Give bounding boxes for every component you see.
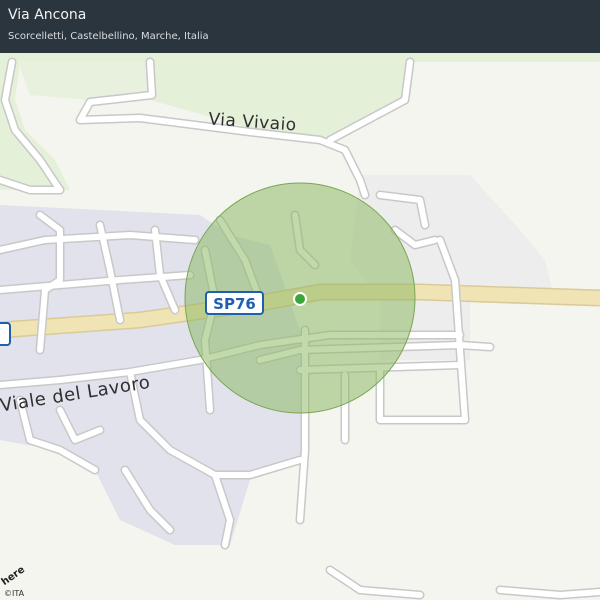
road-shield-sp76: SP76 — [205, 291, 264, 315]
svg-text:SP76: SP76 — [213, 295, 256, 313]
map-attribution: ©ITA — [4, 589, 25, 598]
map-canvas[interactable]: Via Vivaio Viale del Lavoro SP76 — [0, 0, 600, 600]
location-title: Via Ancona — [8, 7, 87, 23]
location-subtitle: Scorcelletti, Castelbellino, Marche, Ita… — [8, 31, 209, 42]
road-shield-partial — [0, 322, 11, 346]
location-header: Via Ancona Scorcelletti, Castelbellino, … — [0, 0, 600, 53]
